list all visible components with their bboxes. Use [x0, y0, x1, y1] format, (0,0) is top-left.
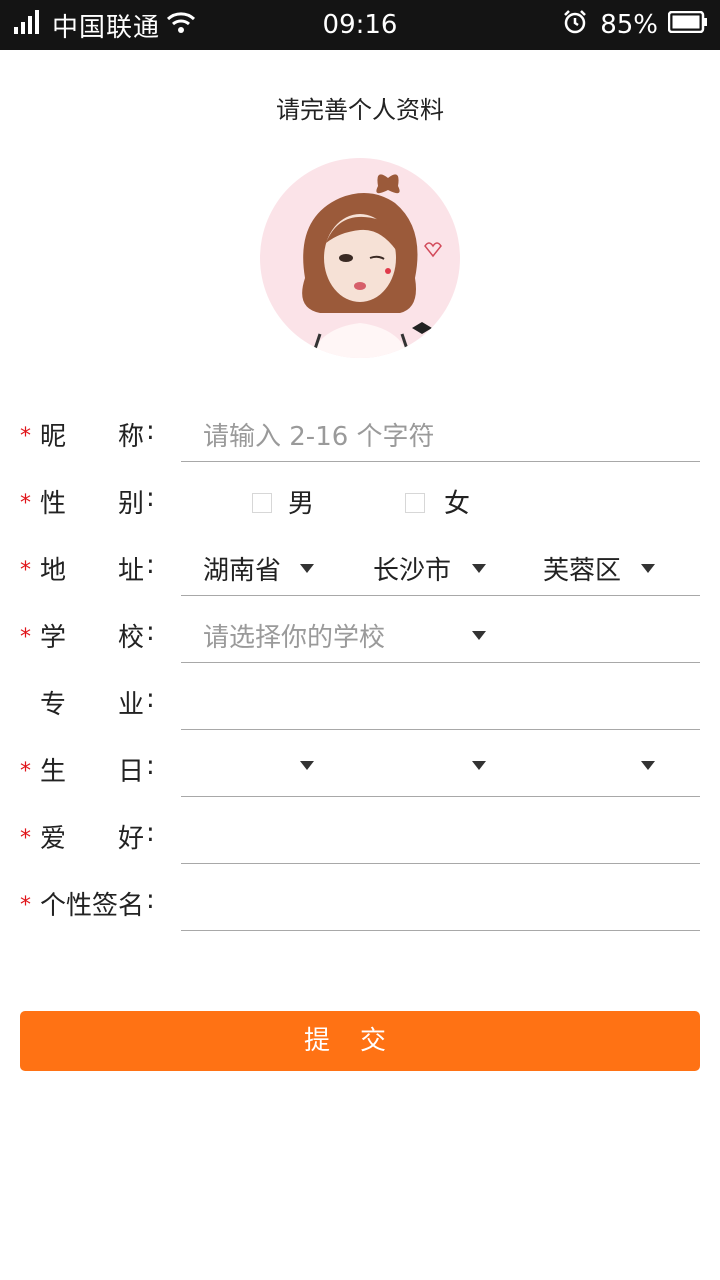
required-mark: * — [20, 826, 31, 851]
form-row-hobby: * 爱 好 : — [0, 804, 720, 871]
chevron-down-icon[interactable] — [472, 631, 486, 640]
birthday-underline — [181, 796, 700, 797]
major-label: 专 业 : — [40, 684, 155, 720]
required-mark: * — [20, 625, 31, 650]
avatar[interactable] — [260, 158, 460, 358]
required-mark: * — [20, 424, 31, 449]
nickname-input[interactable]: 请输入 2-16 个字符 — [203, 416, 435, 453]
required-mark: * — [20, 491, 31, 516]
required-mark: * — [20, 893, 31, 918]
signal-icon — [14, 9, 42, 41]
chevron-down-icon[interactable] — [472, 564, 486, 573]
page-title: 请完善个人资料 — [276, 96, 444, 124]
nickname-underline — [181, 461, 700, 462]
form-row-gender: * 性 别 : 男 女 — [0, 469, 720, 536]
school-select[interactable]: 请选择你的学校 — [203, 617, 385, 654]
submit-button[interactable]: 提交 — [20, 1011, 700, 1071]
chevron-down-icon[interactable] — [641, 761, 655, 770]
form-row-signature: * 个性签名 : — [0, 871, 720, 938]
form-row-school: * 学 校 : 请选择你的学校 — [0, 603, 720, 670]
chevron-down-icon[interactable] — [300, 564, 314, 573]
chevron-down-icon[interactable] — [641, 564, 655, 573]
birthday-label: 生 日 : — [40, 751, 155, 787]
hobby-label: 爱 好 : — [40, 818, 155, 854]
gender-female-label[interactable]: 女 — [444, 483, 470, 520]
school-underline — [181, 662, 700, 663]
signature-label: 个性签名 : — [40, 885, 155, 921]
address-label: 地 址 : — [40, 550, 155, 586]
battery-percent: 85% — [600, 10, 658, 40]
address-underline — [181, 595, 700, 596]
city-select[interactable]: 长沙市 — [373, 550, 451, 587]
form-row-address: * 地 址 : 湖南省 长沙市 芙蓉区 — [0, 536, 720, 603]
required-mark: * — [20, 759, 31, 784]
wifi-icon — [166, 10, 196, 41]
form-row-major: 专 业 : — [0, 670, 720, 737]
gender-female-checkbox[interactable] — [405, 493, 425, 513]
status-bar: 中国联通 09:16 85% — [0, 0, 720, 50]
form-row-nickname: * 昵 称 : 请输入 2-16 个字符 — [0, 402, 720, 469]
school-label: 学 校 : — [40, 617, 155, 653]
alarm-icon — [562, 9, 588, 42]
form-row-birthday: * 生 日 : — [0, 737, 720, 804]
carrier-name: 中国联通 — [52, 12, 161, 43]
district-select[interactable]: 芙蓉区 — [543, 550, 621, 587]
nickname-label: 昵 称 : — [40, 416, 155, 452]
chevron-down-icon[interactable] — [300, 761, 314, 770]
gender-male-checkbox[interactable] — [252, 493, 272, 513]
hobby-underline — [181, 863, 700, 864]
province-select[interactable]: 湖南省 — [203, 550, 281, 587]
battery-icon — [667, 10, 708, 40]
gender-label: 性 别 : — [40, 483, 155, 519]
major-underline — [181, 729, 700, 730]
chevron-down-icon[interactable] — [472, 761, 486, 770]
required-mark: * — [20, 558, 31, 583]
gender-male-label[interactable]: 男 — [288, 483, 314, 520]
signature-underline — [181, 930, 700, 931]
